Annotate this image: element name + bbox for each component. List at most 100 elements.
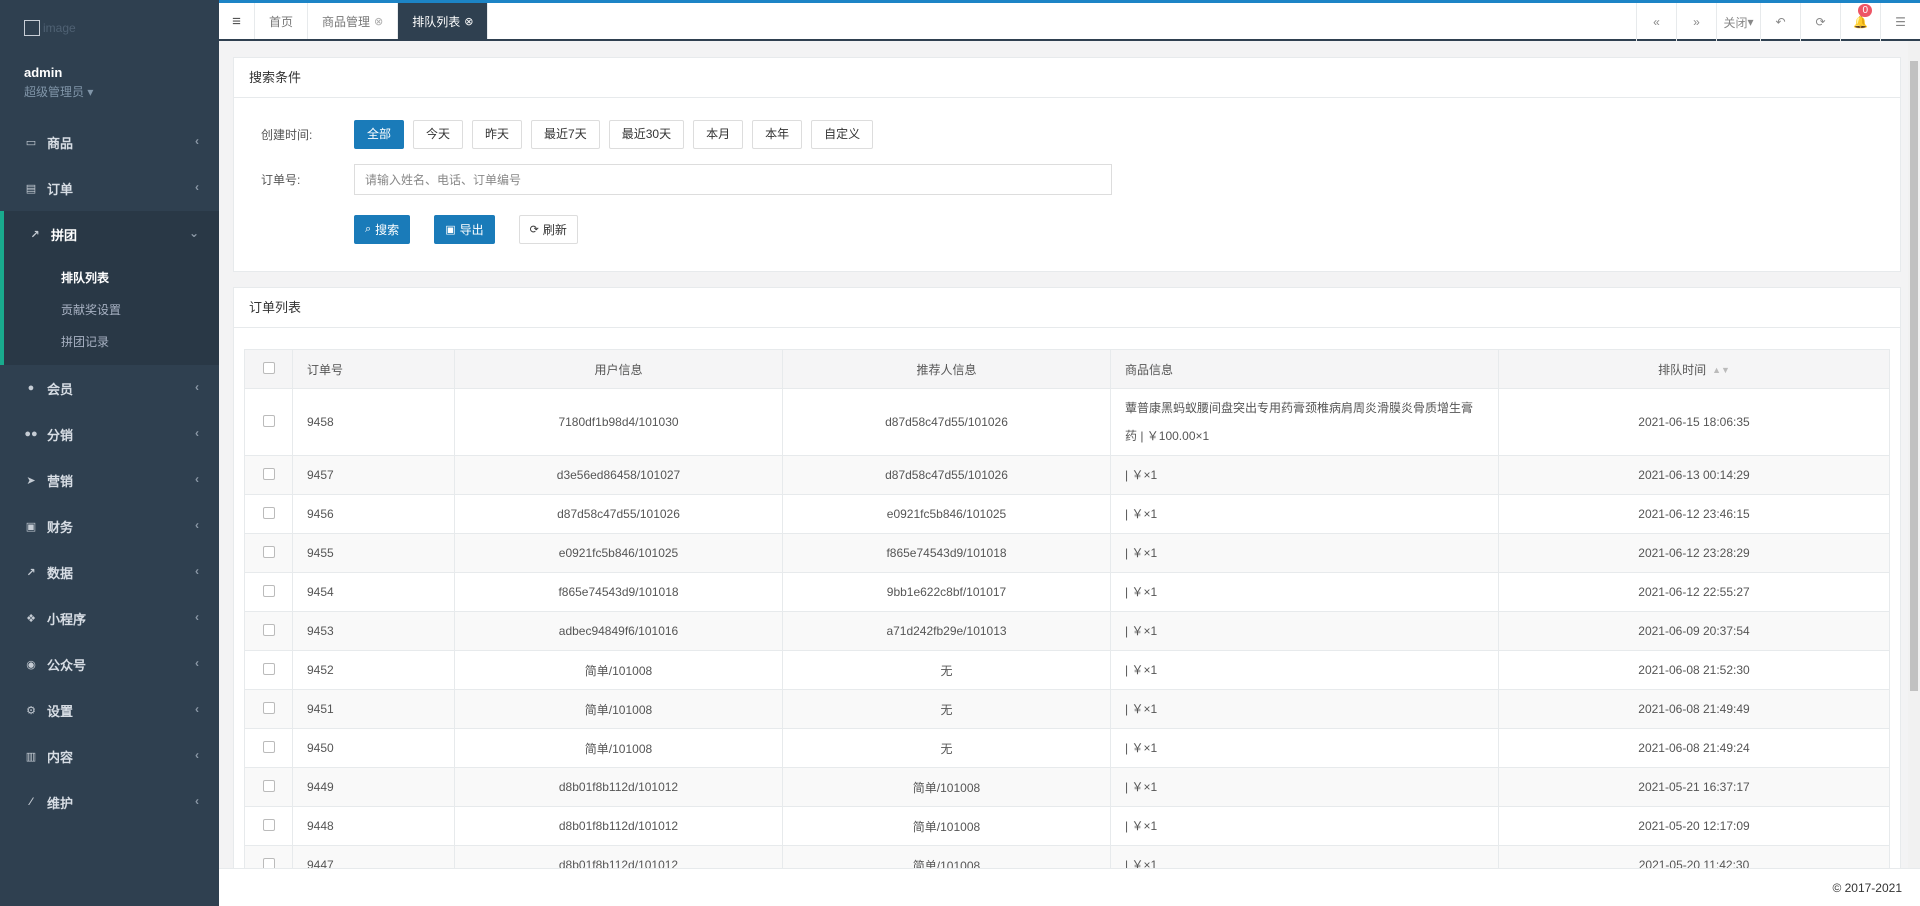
settings-panel-icon[interactable]: ☰ bbox=[1880, 3, 1920, 41]
send-icon: ➤ bbox=[26, 474, 36, 487]
chevron-left-icon: ‹ bbox=[195, 656, 199, 670]
copyright-text: © 2017-2021 bbox=[1832, 881, 1902, 895]
table-row: 9453 adbec94849f6/101016 a71d242fb29e/1010… bbox=[244, 611, 1890, 651]
row-select-cell bbox=[244, 650, 293, 690]
row-checkbox[interactable] bbox=[262, 584, 275, 597]
row-checkbox[interactable] bbox=[262, 701, 275, 714]
row-checkbox[interactable] bbox=[262, 818, 275, 831]
export-button[interactable]: ▣ 导出 bbox=[434, 215, 495, 244]
table-row: 9451 简单/101008 无 | ￥×1 2021-06-08 21:49:49 bbox=[244, 689, 1890, 729]
row-checkbox[interactable] bbox=[262, 857, 275, 868]
cell-user-info: d8b01f8b112d/101012 bbox=[454, 806, 783, 846]
refresh-button-label: 刷新 bbox=[542, 223, 567, 237]
sidebar-item-orders[interactable]: ▤ 订单 ‹ bbox=[0, 165, 219, 211]
sidebar-item-label: 分销 bbox=[47, 427, 74, 443]
time-filter-today[interactable]: 今天 bbox=[413, 120, 464, 149]
cell-product-info: | ￥×1 bbox=[1110, 806, 1499, 846]
sidebar-item-official-account[interactable]: ◉ 公众号 ‹ bbox=[0, 641, 219, 687]
sidebar-submenu: 排队列表 贡献奖设置 拼团记录 bbox=[0, 257, 219, 365]
search-button[interactable]: ⌕ 搜索 bbox=[354, 215, 411, 244]
row-checkbox[interactable] bbox=[262, 467, 275, 480]
cell-user-info: d3e56ed86458/101027 bbox=[454, 455, 783, 495]
row-checkbox[interactable] bbox=[262, 545, 275, 558]
sidebar-item-content[interactable]: ▥ 内容 ‹ bbox=[0, 733, 219, 779]
tab-home[interactable]: 首页 bbox=[255, 3, 309, 39]
sort-icon[interactable]: ▲▼ bbox=[1712, 365, 1730, 375]
cell-product-info: | ￥×1 bbox=[1110, 533, 1499, 573]
page-scrollbar[interactable] bbox=[1908, 41, 1920, 868]
table-row: 9448 d8b01f8b112d/101012 简单/101008 | ￥×1 202… bbox=[244, 806, 1890, 846]
cell-referrer-info: f865e74543d9/101018 bbox=[782, 533, 1111, 573]
scrollbar-thumb[interactable] bbox=[1910, 61, 1918, 691]
cell-product-info: | ￥×1 bbox=[1110, 572, 1499, 612]
row-checkbox[interactable] bbox=[262, 662, 275, 675]
cell-queue-time: 2021-06-09 20:37:54 bbox=[1498, 611, 1890, 651]
tab-scroll-right-icon[interactable]: » bbox=[1676, 3, 1716, 41]
row-select-cell bbox=[244, 388, 293, 456]
table-row: 9449 d8b01f8b112d/101012 简单/101008 | ￥×1 202… bbox=[244, 767, 1890, 807]
tab-queue-list[interactable]: 排队列表 ⊗ bbox=[398, 3, 489, 39]
sidebar-item-maintenance[interactable]: ⁄ 维护 ‹ bbox=[0, 779, 219, 825]
row-checkbox[interactable] bbox=[262, 506, 275, 519]
col-queue-time[interactable]: 排队时间 ▲▼ bbox=[1498, 349, 1890, 389]
time-filter-last-7-days[interactable]: 最近7天 bbox=[531, 120, 600, 149]
cell-order-id: 9447 bbox=[292, 845, 455, 868]
refresh-button[interactable]: ⟳ 刷新 bbox=[518, 215, 578, 244]
menu-toggle-icon[interactable]: ≡ bbox=[219, 3, 255, 39]
close-tab-icon[interactable]: ⊗ bbox=[374, 15, 383, 28]
order-search-input[interactable] bbox=[354, 164, 1112, 195]
profile-role-dropdown[interactable]: 超级管理员 ▾ bbox=[24, 83, 93, 100]
book-icon: ▥ bbox=[25, 750, 37, 763]
row-checkbox[interactable] bbox=[262, 414, 275, 427]
cell-product-info: | ￥×1 bbox=[1110, 689, 1499, 729]
sidebar-item-goods[interactable]: ▭ 商品 ‹ bbox=[0, 119, 219, 165]
close-tabs-label: 关闭 bbox=[1723, 15, 1748, 30]
close-tabs-dropdown[interactable]: 关闭 ▾ bbox=[1716, 3, 1760, 41]
cell-referrer-info: d87d58c47d55/101026 bbox=[782, 388, 1111, 456]
cell-order-id: 9451 bbox=[292, 689, 455, 729]
profile-name[interactable]: admin bbox=[24, 65, 62, 80]
select-all-checkbox[interactable] bbox=[262, 361, 275, 374]
time-filter-yesterday[interactable]: 昨天 bbox=[472, 120, 523, 149]
chevron-left-icon: ‹ bbox=[195, 472, 199, 486]
time-filter-last-30-days[interactable]: 最近30天 bbox=[608, 120, 685, 149]
order-table: 订单号 用户信息 推荐人信息 商品信息 排队时间 ▲▼ 9458 7180df1b9… bbox=[244, 349, 1890, 868]
logo-alt-text: image bbox=[43, 21, 76, 35]
sidebar-subitem-queue-list[interactable]: 排队列表 bbox=[4, 261, 219, 293]
sidebar-item-label: 财务 bbox=[47, 519, 74, 535]
sidebar-item-settings[interactable]: ⚙ 设置 ‹ bbox=[0, 687, 219, 733]
footer: © 2017-2021 bbox=[219, 868, 1920, 906]
time-filter-all[interactable]: 全部 bbox=[354, 120, 405, 149]
sidebar-subitem-contribution-settings[interactable]: 贡献奖设置 bbox=[4, 293, 219, 325]
back-icon[interactable]: ↶ bbox=[1760, 3, 1800, 41]
cell-user-info: 简单/101008 bbox=[454, 728, 783, 768]
time-filter-this-year[interactable]: 本年 bbox=[752, 120, 803, 149]
row-checkbox[interactable] bbox=[262, 740, 275, 753]
notification-bell-icon[interactable]: 🔔 0 bbox=[1840, 3, 1880, 41]
sidebar-item-label: 订单 bbox=[47, 181, 74, 197]
close-tab-icon[interactable]: ⊗ bbox=[464, 15, 473, 28]
cell-referrer-info: 无 bbox=[782, 650, 1111, 690]
tab-goods-management[interactable]: 商品管理 ⊗ bbox=[308, 3, 399, 39]
order-search-label: 订单号: bbox=[261, 173, 301, 187]
sidebar-item-data[interactable]: ↗ 数据 ‹ bbox=[0, 549, 219, 595]
cell-referrer-info: 简单/101008 bbox=[782, 845, 1111, 868]
time-filter-this-month[interactable]: 本月 bbox=[693, 120, 744, 149]
row-checkbox[interactable] bbox=[262, 779, 275, 792]
sidebar-item-mini-program[interactable]: ❖ 小程序 ‹ bbox=[0, 595, 219, 641]
tab-label: 排队列表 bbox=[412, 14, 461, 29]
tab-scroll-left-icon[interactable]: « bbox=[1636, 3, 1676, 41]
magic-icon: ⁄ bbox=[30, 796, 32, 808]
sidebar-item-marketing[interactable]: ➤ 营销 ‹ bbox=[0, 457, 219, 503]
refresh-icon[interactable]: ⟳ bbox=[1800, 3, 1840, 41]
sidebar-item-finance[interactable]: ▣ 财务 ‹ bbox=[0, 503, 219, 549]
cell-product-info: | ￥×1 bbox=[1110, 650, 1499, 690]
time-filter-custom[interactable]: 自定义 bbox=[811, 120, 874, 149]
sidebar-menu: ▭ 商品 ‹ ▤ 订单 ‹ ↗ 拼团 ⌄ 排队列表 贡献奖设置 拼团记录 ● 会… bbox=[0, 119, 219, 825]
tab-controls: « » 关闭 ▾ ↶ ⟳ 🔔 0 ☰ bbox=[1636, 3, 1920, 41]
sidebar-item-distribution[interactable]: ●● 分销 ‹ bbox=[0, 411, 219, 457]
row-checkbox[interactable] bbox=[262, 623, 275, 636]
sidebar-item-group-buy[interactable]: ↗ 拼团 ⌄ bbox=[0, 211, 219, 257]
sidebar-item-members[interactable]: ● 会员 ‹ bbox=[0, 365, 219, 411]
sidebar-subitem-group-records[interactable]: 拼团记录 bbox=[4, 325, 219, 357]
